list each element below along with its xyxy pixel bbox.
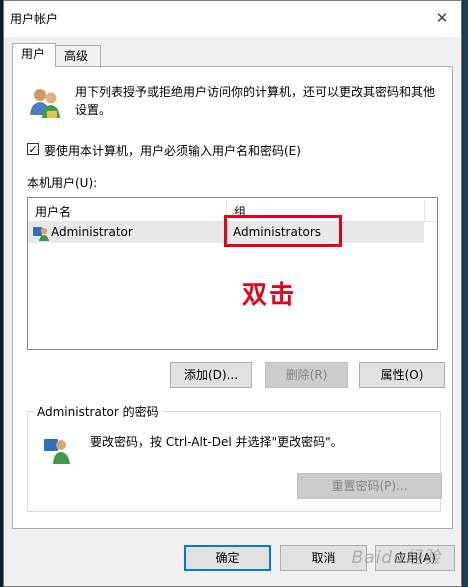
- close-icon[interactable]: ✕: [431, 7, 453, 29]
- tab-advanced[interactable]: 高级: [55, 45, 101, 66]
- title-bar: 用户帐户 ✕: [4, 1, 461, 37]
- password-groupbox: Administrator 的密码 要改密码，按 Ctrl-Alt-Del 并选…: [27, 403, 442, 512]
- user-accounts-dialog: 用户帐户 ✕ 用户 高级 用下列表授予或拒绝用户访问你的计算机，还可以更改其密码…: [3, 0, 462, 587]
- ok-button[interactable]: 确定: [184, 545, 271, 571]
- add-user-button[interactable]: 添加(D)...: [170, 362, 252, 388]
- remove-user-button[interactable]: 删除(R): [265, 362, 348, 388]
- users-icon: [30, 89, 60, 118]
- local-users-list[interactable]: 用户名 组 Administrator Administrators 双击: [27, 197, 438, 350]
- properties-button[interactable]: 属性(O): [359, 362, 445, 388]
- tab-users[interactable]: 用户: [12, 43, 56, 67]
- require-login-label[interactable]: 要使用本计算机，用户必须输入用户名和密码(E): [44, 142, 301, 159]
- password-hint-text: 要改密码，按 Ctrl-Alt-Del 并选择"更改密码"。: [90, 435, 343, 449]
- intro-text: 用下列表授予或拒绝用户访问你的计算机，还可以更改其密码和其他设置。: [75, 85, 436, 117]
- column-divider[interactable]: [424, 200, 425, 220]
- column-header-username[interactable]: 用户名: [35, 203, 71, 220]
- desktop-edge-right: [463, 0, 468, 587]
- users-tab-panel: 用下列表授予或拒绝用户访问你的计算机，还可以更改其密码和其他设置。 ✓ 要使用本…: [12, 66, 453, 529]
- annotation-double-click: 双击: [242, 280, 297, 309]
- window-title: 用户帐户: [10, 12, 59, 26]
- user-icon: [33, 227, 49, 241]
- user-key-icon: [44, 439, 70, 464]
- row-username: Administrator: [51, 225, 133, 239]
- require-login-checkbox[interactable]: ✓: [27, 143, 39, 156]
- watermark: Baidu经验: [351, 548, 441, 568]
- password-group-title: Administrator 的密码: [34, 403, 162, 420]
- annotation-highlight-box: [224, 215, 342, 247]
- reset-password-button[interactable]: 重置密码(P)...: [297, 473, 442, 499]
- local-users-label: 本机用户(U):: [27, 176, 98, 190]
